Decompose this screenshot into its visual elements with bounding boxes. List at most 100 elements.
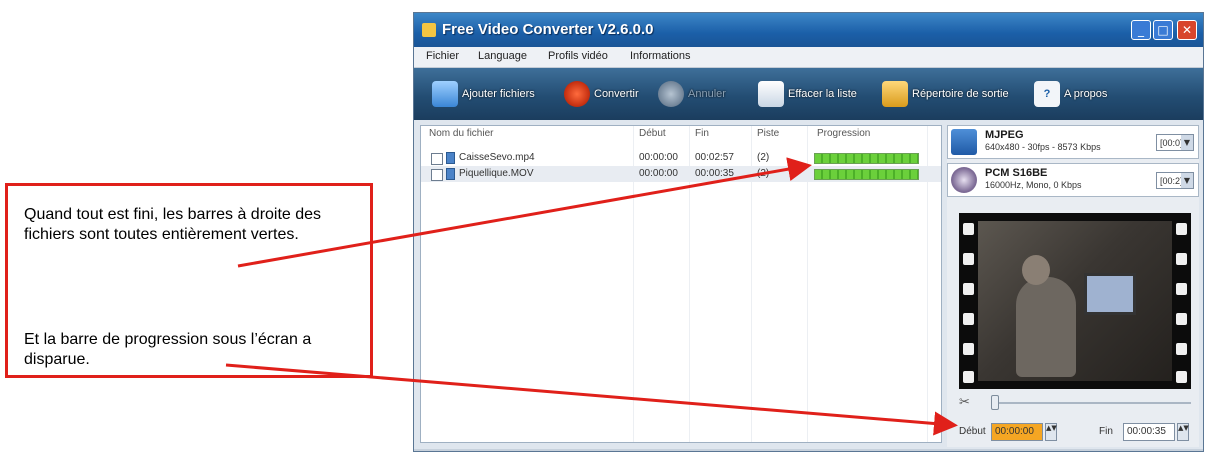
film-hole bbox=[963, 343, 974, 355]
film-hole bbox=[1176, 313, 1187, 325]
film-hole bbox=[963, 223, 974, 235]
progress-bar bbox=[814, 169, 919, 180]
film-hole bbox=[1176, 223, 1187, 235]
convert-button[interactable]: Convertir bbox=[564, 80, 639, 108]
film-hole bbox=[963, 253, 974, 265]
toolbar: Ajouter fichiers Convertir Annuler Effac… bbox=[414, 68, 1203, 120]
table-row[interactable]: Piquellique.MOV 00:00:00 00:00:35 (2) bbox=[421, 166, 941, 182]
output-folder-label: Répertoire de sortie bbox=[912, 88, 1009, 100]
film-hole bbox=[1176, 253, 1187, 265]
annotation-text-bars: Quand tout est fini, les barres à droite… bbox=[24, 206, 322, 243]
video-frame bbox=[978, 221, 1172, 381]
chevron-down-icon: ▼ bbox=[1181, 173, 1193, 188]
about-label: A propos bbox=[1064, 88, 1108, 100]
header-track[interactable]: Piste bbox=[757, 128, 779, 139]
film-hole bbox=[1176, 371, 1187, 383]
file-name: Piquellique.MOV bbox=[459, 168, 534, 179]
clear-list-button[interactable]: Effacer la liste bbox=[758, 80, 857, 108]
film-hole bbox=[963, 283, 974, 295]
speaker-icon bbox=[951, 167, 977, 193]
title-bar: Free Video Converter V2.6.0.0 _ □ ✕ bbox=[414, 13, 1203, 47]
film-hole bbox=[1176, 283, 1187, 295]
add-files-button[interactable]: Ajouter fichiers bbox=[432, 80, 535, 108]
start-time-input[interactable]: 00:00:00 bbox=[991, 423, 1043, 441]
maximize-button[interactable]: □ bbox=[1153, 20, 1173, 40]
annotation-text-progress: Et la barre de progression sous l’écran … bbox=[24, 331, 312, 368]
progress-fill bbox=[815, 154, 918, 163]
file-icon bbox=[446, 168, 455, 180]
video-codec-row[interactable]: MJPEG 640x480 - 30fps - 8573 Kbps [00:0]… bbox=[947, 125, 1199, 159]
progress-bar bbox=[814, 153, 919, 164]
end-time-input[interactable]: 00:00:35 bbox=[1123, 423, 1175, 441]
position-slider[interactable] bbox=[995, 402, 1191, 404]
person-head bbox=[1022, 255, 1050, 285]
video-codec-icon bbox=[951, 129, 977, 155]
help-icon: ? bbox=[1034, 81, 1060, 107]
cancel-button[interactable]: Annuler bbox=[658, 80, 726, 108]
table-row[interactable]: CaisseSevo.mp4 00:00:00 00:02:57 (2) bbox=[421, 150, 941, 166]
video-codec-name: MJPEG bbox=[985, 129, 1024, 141]
video-codec-info: 640x480 - 30fps - 8573 Kbps bbox=[985, 142, 1101, 152]
preview-panel: MJPEG 640x480 - 30fps - 8573 Kbps [00:0]… bbox=[947, 125, 1199, 447]
time-range: Début 00:00:00 ▲▼ Fin 00:00:35 ▲▼ bbox=[959, 423, 1199, 441]
film-hole bbox=[963, 371, 974, 383]
slider-handle[interactable] bbox=[991, 395, 999, 410]
header-progress[interactable]: Progression bbox=[817, 128, 870, 139]
status-strip bbox=[414, 449, 1203, 451]
add-files-label: Ajouter fichiers bbox=[462, 88, 535, 100]
about-button[interactable]: ? A propos bbox=[1034, 80, 1107, 108]
film-hole bbox=[963, 313, 974, 325]
menu-bar: Fichier Language Profils vidéo Informati… bbox=[414, 47, 1203, 68]
header-end[interactable]: Fin bbox=[695, 128, 709, 139]
start-time-spinner[interactable]: ▲▼ bbox=[1045, 423, 1057, 441]
film-hole bbox=[1176, 343, 1187, 355]
audio-stream-select[interactable]: [00:2] ▼ bbox=[1156, 172, 1194, 189]
scissors-icon[interactable]: ✂ bbox=[959, 395, 970, 410]
document-icon bbox=[758, 81, 784, 107]
audio-codec-info: 16000Hz, Mono, 0 Kbps bbox=[985, 180, 1082, 190]
cancel-label: Annuler bbox=[688, 88, 726, 100]
audio-stream-value: [00:2] bbox=[1160, 176, 1183, 186]
convert-label: Convertir bbox=[594, 88, 639, 100]
file-track: (2) bbox=[757, 152, 770, 163]
row-checkbox[interactable] bbox=[431, 153, 443, 165]
close-button[interactable]: ✕ bbox=[1177, 20, 1197, 40]
file-end: 00:00:35 bbox=[695, 168, 734, 179]
audio-codec-row[interactable]: PCM S16BE 16000Hz, Mono, 0 Kbps [00:2] ▼ bbox=[947, 163, 1199, 197]
convert-icon bbox=[564, 81, 590, 107]
end-time-value: 00:00:35 bbox=[1127, 426, 1166, 437]
progress-fill bbox=[815, 170, 918, 179]
row-checkbox[interactable] bbox=[431, 169, 443, 181]
cancel-icon bbox=[658, 81, 684, 107]
file-start: 00:00:00 bbox=[639, 168, 678, 179]
file-start: 00:00:00 bbox=[639, 152, 678, 163]
end-label: Fin bbox=[1099, 426, 1113, 437]
video-stream-value: [00:0] bbox=[1160, 138, 1183, 148]
start-time-value: 00:00:00 bbox=[995, 426, 1034, 437]
menu-language[interactable]: Language bbox=[478, 50, 527, 62]
video-stream-select[interactable]: [00:0] ▼ bbox=[1156, 134, 1194, 151]
clear-list-label: Effacer la liste bbox=[788, 88, 857, 100]
file-list: Nom du fichier Début Fin Piste Progressi… bbox=[420, 125, 942, 443]
window-title: Free Video Converter V2.6.0.0 bbox=[442, 21, 654, 38]
header-start[interactable]: Début bbox=[639, 128, 666, 139]
header-name[interactable]: Nom du fichier bbox=[429, 128, 493, 139]
audio-codec-name: PCM S16BE bbox=[985, 167, 1048, 179]
file-icon bbox=[446, 152, 455, 164]
end-time-spinner[interactable]: ▲▼ bbox=[1177, 423, 1189, 441]
file-end: 00:02:57 bbox=[695, 152, 734, 163]
laptop-screen bbox=[1084, 273, 1136, 315]
start-label: Début bbox=[959, 426, 986, 437]
menu-informations[interactable]: Informations bbox=[630, 50, 691, 62]
minimize-button[interactable]: _ bbox=[1131, 20, 1151, 40]
trim-tools: ✂ bbox=[959, 395, 1195, 411]
folder-icon bbox=[882, 81, 908, 107]
menu-fichier[interactable]: Fichier bbox=[426, 50, 459, 62]
menu-profils-video[interactable]: Profils vidéo bbox=[548, 50, 608, 62]
chevron-down-icon: ▼ bbox=[1181, 135, 1193, 150]
app-window: Free Video Converter V2.6.0.0 _ □ ✕ Fich… bbox=[413, 12, 1204, 452]
output-folder-button[interactable]: Répertoire de sortie bbox=[882, 80, 1009, 108]
app-icon bbox=[422, 23, 436, 37]
file-name: CaisseSevo.mp4 bbox=[459, 152, 535, 163]
video-preview bbox=[959, 213, 1191, 389]
